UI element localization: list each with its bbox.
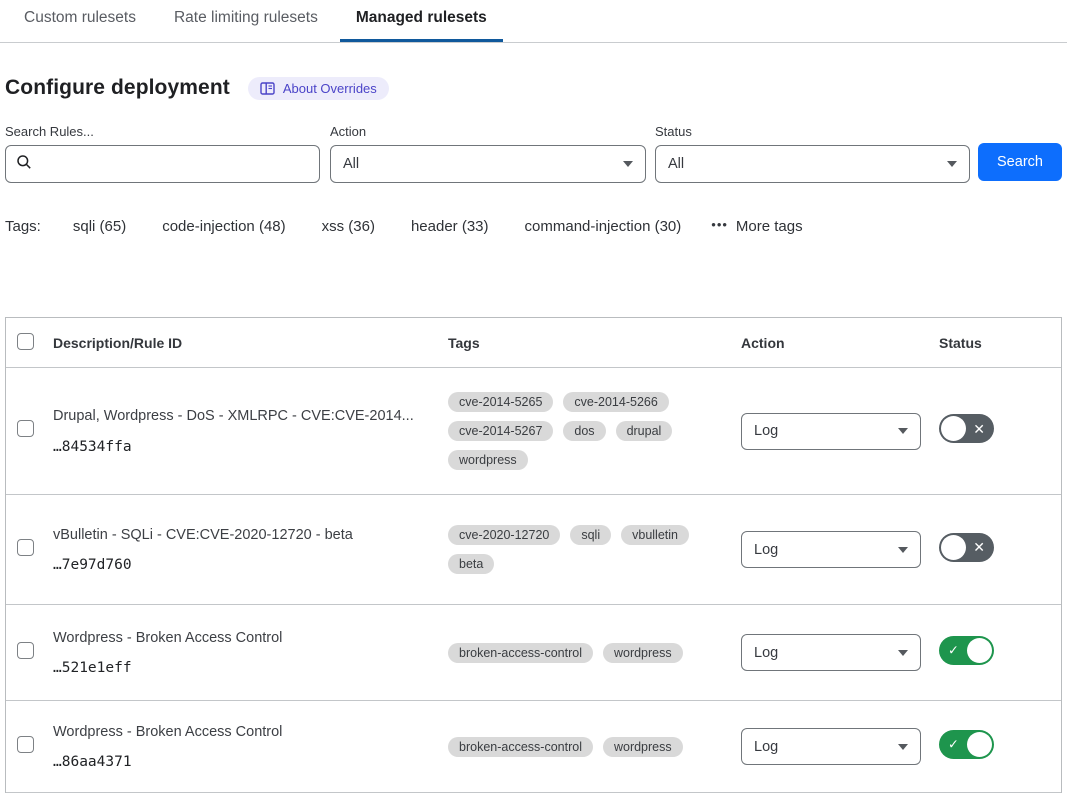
rule-title: Wordpress - Broken Access Control — [53, 723, 448, 742]
tab-custom-rulesets[interactable]: Custom rulesets — [8, 0, 152, 42]
rule-tag: vbulletin — [621, 525, 689, 545]
x-icon: ✕ — [973, 422, 985, 436]
rule-id: …86aa4371 — [53, 754, 448, 770]
heading-row: Configure deployment About Overrides — [0, 43, 1067, 100]
action-filter-value: All — [343, 156, 359, 172]
rule-action-select[interactable]: Log — [741, 728, 921, 765]
rule-tag: broken-access-control — [448, 643, 593, 663]
rules-table: Description/Rule ID Tags Action Status D… — [5, 317, 1062, 793]
tag-filter-sqli[interactable]: sqli (65) — [73, 218, 126, 235]
select-all-checkbox[interactable] — [17, 333, 34, 350]
rule-tag: cve-2020-12720 — [448, 525, 560, 545]
search-input[interactable] — [40, 156, 309, 172]
toggle-knob — [967, 732, 992, 757]
search-rules-field: Search Rules... — [5, 124, 320, 183]
rule-action-value: Log — [754, 542, 778, 558]
toggle-knob — [967, 638, 992, 663]
status-filter-field: Status All — [655, 124, 970, 183]
tag-filter-code-injection[interactable]: code-injection (48) — [162, 218, 285, 235]
rule-status-toggle[interactable]: ✕ — [939, 414, 994, 443]
rule-title: Wordpress - Broken Access Control — [53, 629, 448, 648]
rule-tag: wordpress — [448, 450, 528, 470]
search-icon — [16, 154, 32, 175]
tab-rate-limiting-rulesets[interactable]: Rate limiting rulesets — [158, 0, 334, 42]
rule-action-value: Log — [754, 645, 778, 661]
toggle-knob — [941, 416, 966, 441]
row-checkbox[interactable] — [17, 539, 34, 556]
rule-tag: cve-2014-5266 — [563, 392, 668, 412]
check-icon: ✓ — [948, 738, 959, 751]
rule-action-value: Log — [754, 423, 778, 439]
page-title: Configure deployment — [5, 76, 230, 100]
search-rules-label: Search Rules... — [5, 124, 320, 139]
rule-tag: dos — [563, 421, 605, 441]
tags-bar: Tags: sqli (65) code-injection (48) xss … — [0, 218, 1067, 235]
rule-id: …84534ffa — [53, 439, 448, 455]
rule-id: …521e1eff — [53, 660, 448, 676]
toggle-knob — [941, 535, 966, 560]
action-filter-label: Action — [330, 124, 646, 139]
chevron-down-icon — [898, 650, 908, 656]
tag-filter-xss[interactable]: xss (36) — [322, 218, 375, 235]
rule-tag: drupal — [616, 421, 673, 441]
row-checkbox[interactable] — [17, 420, 34, 437]
table-row: Wordpress - Broken Access Control …521e1… — [6, 605, 1061, 701]
search-button-field: Search — [978, 143, 1062, 181]
column-header-status: Status — [939, 335, 1061, 351]
action-filter-field: Action All — [330, 124, 646, 183]
rule-action-select[interactable]: Log — [741, 634, 921, 671]
chevron-down-icon — [898, 547, 908, 553]
ellipsis-icon: ••• — [711, 217, 728, 232]
tags-bar-label: Tags: — [5, 218, 41, 235]
more-tags-button[interactable]: ••• More tags — [711, 218, 802, 235]
table-row: Drupal, Wordpress - DoS - XMLRPC - CVE:C… — [6, 368, 1061, 495]
rule-title: Drupal, Wordpress - DoS - XMLRPC - CVE:C… — [53, 407, 448, 426]
rule-tag: wordpress — [603, 737, 683, 757]
rule-title: vBulletin - SQLi - CVE:CVE-2020-12720 - … — [53, 526, 448, 545]
rule-tag: cve-2014-5265 — [448, 392, 553, 412]
row-checkbox[interactable] — [17, 736, 34, 753]
status-filter-select[interactable]: All — [655, 145, 970, 183]
more-tags-label: More tags — [736, 218, 803, 235]
rule-tag: beta — [448, 554, 494, 574]
column-header-tags: Tags — [448, 335, 741, 351]
rule-action-select[interactable]: Log — [741, 413, 921, 450]
about-overrides-label: About Overrides — [283, 81, 377, 96]
rule-action-select[interactable]: Log — [741, 531, 921, 568]
table-header-row: Description/Rule ID Tags Action Status — [6, 318, 1061, 368]
ruleset-tabs: Custom rulesets Rate limiting rulesets M… — [0, 0, 1067, 43]
book-icon — [260, 82, 275, 95]
filters-row: Search Rules... Action All Status All Se… — [0, 124, 1067, 186]
column-header-action: Action — [741, 335, 939, 351]
tag-filter-command-injection[interactable]: command-injection (30) — [525, 218, 682, 235]
rule-action-value: Log — [754, 739, 778, 755]
check-icon: ✓ — [948, 644, 959, 657]
rule-tag: wordpress — [603, 643, 683, 663]
table-row: Wordpress - Broken Access Control …86aa4… — [6, 701, 1061, 793]
status-filter-value: All — [668, 156, 684, 172]
tab-managed-rulesets[interactable]: Managed rulesets — [340, 0, 503, 42]
rule-tag: sqli — [570, 525, 611, 545]
tag-filter-header[interactable]: header (33) — [411, 218, 489, 235]
chevron-down-icon — [898, 744, 908, 750]
column-header-description: Description/Rule ID — [53, 335, 448, 351]
chevron-down-icon — [898, 428, 908, 434]
chevron-down-icon — [947, 161, 957, 167]
chevron-down-icon — [623, 161, 633, 167]
rule-tag: broken-access-control — [448, 737, 593, 757]
x-icon: ✕ — [973, 540, 985, 554]
about-overrides-badge[interactable]: About Overrides — [248, 77, 389, 100]
table-row: vBulletin - SQLi - CVE:CVE-2020-12720 - … — [6, 495, 1061, 605]
rule-status-toggle[interactable]: ✓ — [939, 730, 994, 759]
rule-status-toggle[interactable]: ✕ — [939, 533, 994, 562]
row-checkbox[interactable] — [17, 642, 34, 659]
rule-status-toggle[interactable]: ✓ — [939, 636, 994, 665]
search-input-box — [5, 145, 320, 183]
rule-id: …7e97d760 — [53, 557, 448, 573]
action-filter-select[interactable]: All — [330, 145, 646, 183]
status-filter-label: Status — [655, 124, 970, 139]
rule-tag: cve-2014-5267 — [448, 421, 553, 441]
search-button[interactable]: Search — [978, 143, 1062, 181]
